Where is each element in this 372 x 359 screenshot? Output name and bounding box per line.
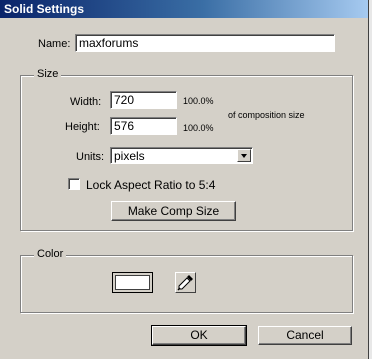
- height-percent: 100.0%: [183, 123, 214, 133]
- chevron-down-icon[interactable]: [237, 149, 251, 162]
- lock-aspect-label: Lock Aspect Ratio to 5:4: [86, 178, 216, 192]
- make-comp-size-button[interactable]: Make Comp Size: [111, 201, 236, 221]
- lock-aspect-checkbox[interactable]: [68, 178, 80, 190]
- name-input[interactable]: maxforums: [75, 34, 335, 52]
- solid-settings-dialog: Solid Settings Name: maxforums Size Widt…: [0, 0, 369, 359]
- units-selected-value: pixels: [114, 149, 145, 163]
- title-bar[interactable]: Solid Settings: [0, 0, 368, 18]
- size-group-title: Size: [34, 68, 62, 80]
- width-input[interactable]: 720: [110, 91, 177, 109]
- height-input[interactable]: 576: [110, 117, 177, 135]
- width-percent: 100.0%: [183, 96, 214, 106]
- cancel-button[interactable]: Cancel: [258, 326, 352, 345]
- color-swatch[interactable]: [112, 272, 153, 293]
- units-label: Units:: [76, 151, 105, 163]
- composition-size-note: of composition size: [228, 110, 305, 120]
- units-select[interactable]: pixels: [110, 147, 253, 164]
- dialog-title: Solid Settings: [4, 2, 85, 16]
- eyedropper-icon: [177, 275, 193, 291]
- name-label: Name:: [38, 38, 71, 50]
- eyedropper-button[interactable]: [175, 272, 196, 293]
- color-group-title: Color: [34, 248, 67, 260]
- ok-button[interactable]: OK: [151, 325, 247, 346]
- height-label: Height:: [65, 121, 100, 133]
- width-label: Width:: [70, 96, 102, 108]
